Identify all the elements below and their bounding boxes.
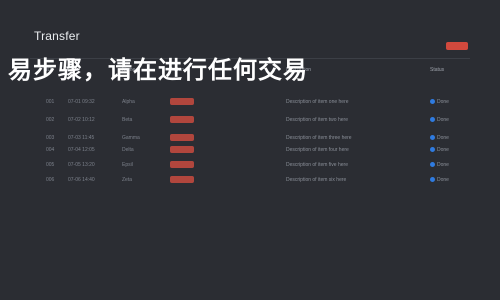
row-description: Description of item six here	[286, 177, 347, 183]
row-action-button[interactable]	[170, 134, 194, 141]
row-name: Zeta	[122, 177, 133, 183]
row-action-button[interactable]	[170, 146, 194, 153]
row-name: Delta	[122, 147, 134, 153]
row-status: Done	[430, 142, 449, 158]
row-status-label: Done	[437, 147, 449, 153]
table-row[interactable]: 006 07-06 14:40 Zeta Description of item…	[30, 172, 470, 188]
status-dot-icon	[430, 177, 435, 183]
row-name: Epsil	[122, 162, 133, 168]
row-name: Alpha	[122, 99, 135, 105]
row-status: Done	[430, 172, 449, 188]
row-id: 002	[46, 117, 55, 123]
row-date: 07-05 13:20	[68, 162, 95, 168]
row-status-label: Done	[437, 135, 449, 141]
row-description: Description of item one here	[286, 99, 349, 105]
status-dot-icon	[430, 99, 435, 105]
row-date: 07-02 10:12	[68, 117, 95, 123]
overlay-banner-text: 易步骤，请在进行任何交易	[8, 54, 308, 83]
row-status: Done	[430, 94, 449, 110]
row-action-button[interactable]	[170, 176, 194, 183]
row-status-label: Done	[437, 177, 449, 183]
row-id: 005	[46, 162, 55, 168]
row-action-button[interactable]	[170, 116, 194, 123]
empty-area	[0, 190, 500, 300]
row-action-button[interactable]	[170, 161, 194, 168]
row-description: Description of item five here	[286, 162, 348, 168]
row-action-button[interactable]	[170, 98, 194, 105]
table-row[interactable]: 004 07-04 12:05 Delta Description of ite…	[30, 142, 470, 158]
row-status-label: Done	[437, 162, 449, 168]
row-id: 001	[46, 99, 55, 105]
status-dot-icon	[430, 147, 435, 153]
status-dot-icon	[430, 117, 435, 123]
row-status: Done	[430, 112, 449, 128]
row-id: 006	[46, 177, 55, 183]
row-status-label: Done	[437, 117, 449, 123]
table-row[interactable]: 005 07-05 13:20 Epsil Description of ite…	[30, 157, 470, 173]
row-description: Description of item four here	[286, 147, 349, 153]
status-dot-icon	[430, 162, 435, 168]
row-date: 07-06 14:40	[68, 177, 95, 183]
table-row[interactable]: 001 07-01 09:32 Alpha Description of ite…	[30, 94, 470, 110]
row-description: Description of item two here	[286, 117, 348, 123]
row-date: 07-04 12:05	[68, 147, 95, 153]
row-date: 07-01 09:32	[68, 99, 95, 105]
row-name: Beta	[122, 117, 133, 123]
table-row[interactable]: 002 07-02 10:12 Beta Description of item…	[30, 112, 470, 128]
row-id: 004	[46, 147, 55, 153]
row-status-label: Done	[437, 99, 449, 105]
row-status: Done	[430, 157, 449, 173]
status-dot-icon	[430, 135, 435, 141]
